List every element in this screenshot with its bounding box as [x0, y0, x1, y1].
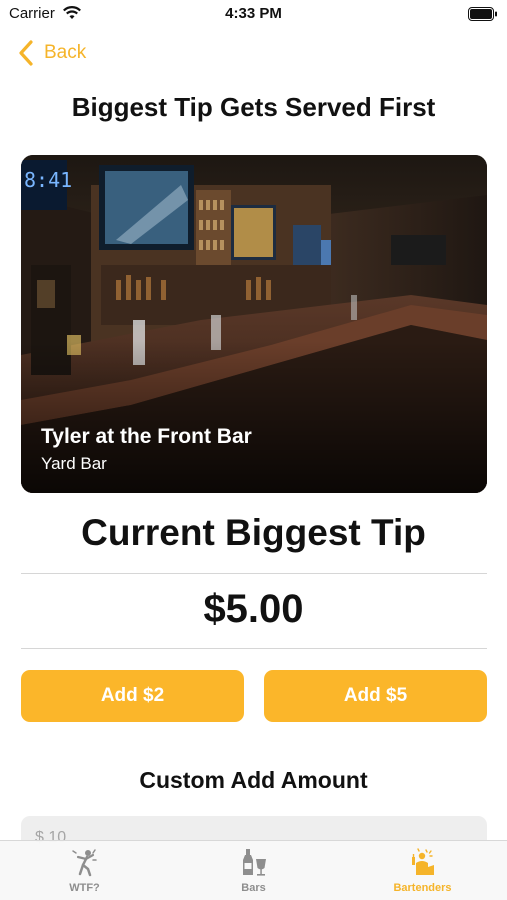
page-title: Biggest Tip Gets Served First: [71, 92, 436, 122]
divider-top: [21, 573, 487, 574]
tab-bars[interactable]: Bars: [169, 847, 338, 900]
current-tip-heading: Current Biggest Tip: [81, 512, 426, 553]
add-2-button[interactable]: Add $2: [21, 670, 244, 722]
venue-name: Yard Bar: [41, 454, 107, 473]
bottle-glass-icon: [242, 849, 266, 876]
custom-add-heading: Custom Add Amount: [139, 767, 368, 793]
battery-icon: [468, 7, 497, 21]
bartender-name: Tyler at the Front Bar: [41, 425, 252, 448]
divider-bottom: [21, 648, 487, 649]
tab-label: Bartenders: [393, 882, 452, 894]
tab-wtf[interactable]: WTF?: [0, 847, 169, 900]
add-5-button[interactable]: Add $5: [264, 670, 487, 722]
back-label: Back: [44, 42, 87, 63]
bartender-icon: [411, 848, 434, 875]
chevron-left-icon: [19, 40, 33, 66]
bartender-photo-card[interactable]: 8:41 Tyler at the Front Bar Yard Bar: [21, 155, 487, 493]
back-button[interactable]: Back: [18, 38, 86, 68]
status-bar: Carrier 4:33 PM: [0, 0, 507, 30]
tab-label: Bars: [241, 882, 266, 894]
tab-bar: WTF? Bars Bartenders: [0, 840, 507, 900]
tab-label: WTF?: [69, 882, 100, 894]
clock: 4:33 PM: [225, 5, 282, 22]
current-tip-amount: $5.00: [203, 587, 304, 631]
tab-bartenders[interactable]: Bartenders: [338, 847, 507, 900]
person-dancing-icon: [71, 849, 97, 877]
